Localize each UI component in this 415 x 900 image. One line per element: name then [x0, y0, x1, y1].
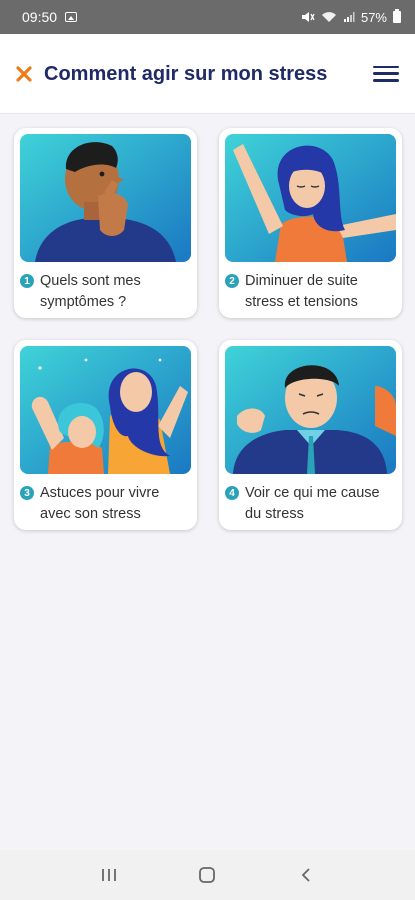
thinking-man-illustration — [20, 134, 191, 262]
recent-apps-button[interactable] — [89, 860, 129, 890]
strong-women-illustration — [20, 346, 191, 474]
close-icon — [16, 65, 32, 82]
battery-percent: 57% — [360, 9, 387, 25]
card-number-badge: 1 — [20, 274, 34, 288]
topic-card-reduce-stress[interactable]: 2 Diminuer de suite stress et tensions — [219, 128, 402, 318]
topics-grid: 1 Quels sont mes symptômes ? 2 Diminuer … — [14, 128, 404, 530]
hamburger-line — [373, 79, 399, 82]
card-label: 2 Diminuer de suite stress et tensions — [225, 271, 396, 313]
home-icon — [199, 867, 216, 883]
stretching-woman-illustration — [225, 134, 396, 262]
status-right: 57% — [301, 9, 401, 25]
card-title: Quels sont mes symptômes ? — [40, 273, 141, 310]
card-title: Voir ce qui me cause du stress — [245, 485, 380, 522]
card-title: Astuces pour vivre avec son stress — [40, 485, 160, 522]
battery-icon — [393, 9, 401, 23]
card-number-badge: 4 — [225, 486, 239, 500]
hamburger-menu-icon — [373, 65, 399, 68]
back-button[interactable] — [286, 860, 326, 890]
recent-apps-icon — [102, 869, 117, 881]
card-label: 1 Quels sont mes symptômes ? — [20, 271, 191, 313]
app-header: Comment agir sur mon stress — [0, 34, 415, 114]
topic-card-tips[interactable]: 3 Astuces pour vivre avec son stress — [14, 340, 197, 530]
card-title: Diminuer de suite stress et tensions — [245, 273, 358, 310]
close-button[interactable] — [12, 62, 36, 86]
wifi-icon — [321, 12, 336, 22]
status-left: 09:50 — [22, 9, 78, 25]
signal-icon — [343, 12, 355, 22]
card-label: 4 Voir ce qui me cause du stress — [225, 483, 396, 525]
status-bar: 09:50 57% — [0, 0, 415, 34]
gallery-icon — [65, 12, 78, 22]
menu-button[interactable] — [373, 63, 399, 85]
card-number-badge: 2 — [225, 274, 239, 288]
hamburger-line — [373, 72, 399, 75]
worried-man-illustration — [225, 346, 396, 474]
back-icon — [301, 868, 310, 882]
topic-card-causes[interactable]: 4 Voir ce qui me cause du stress — [219, 340, 402, 530]
page-title: Comment agir sur mon stress — [44, 62, 328, 85]
card-label: 3 Astuces pour vivre avec son stress — [20, 483, 191, 525]
mute-icon — [301, 12, 315, 22]
system-nav-bar — [0, 850, 415, 900]
topic-card-symptoms[interactable]: 1 Quels sont mes symptômes ? — [14, 128, 197, 318]
status-time: 09:50 — [22, 9, 58, 25]
home-button[interactable] — [187, 860, 227, 890]
card-number-badge: 3 — [20, 486, 34, 500]
